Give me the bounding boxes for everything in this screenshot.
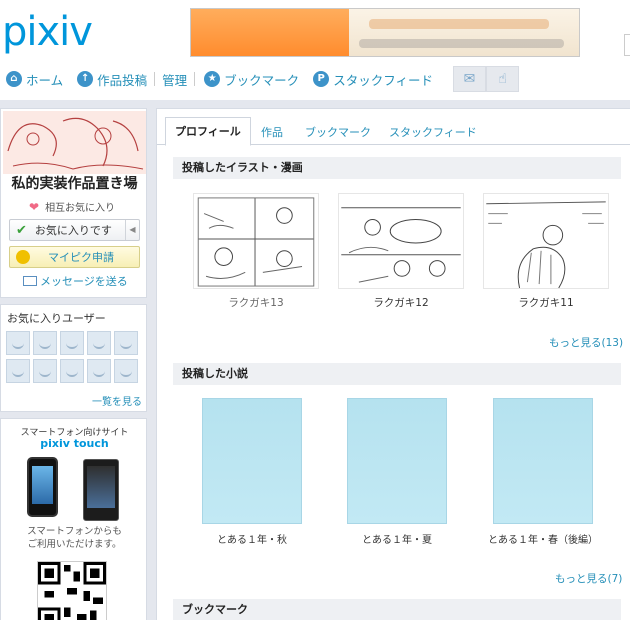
nav-manage[interactable]: 管理 xyxy=(155,64,187,94)
pixiv-logo[interactable]: pixiv xyxy=(2,6,93,58)
illust-section-heading: 投稿したイラスト・漫画 xyxy=(173,157,621,179)
sketch-thumbnail xyxy=(341,207,461,283)
bookmark-section-heading: ブックマーク xyxy=(173,599,621,620)
novel-title[interactable]: とある１年・秋 xyxy=(179,531,325,546)
illust-thumbnail[interactable] xyxy=(193,193,319,289)
global-nav: ⌂ ホーム ↑ 作品投稿 管理 ★ ブックマーク P スタックフィード ✉ ☝ xyxy=(0,64,630,94)
novel-title[interactable]: とある１年・夏 xyxy=(324,531,470,546)
sketch-thumbnail xyxy=(197,197,315,287)
user-avatar[interactable] xyxy=(33,359,57,383)
profile-panel: 私的実装作品置き場 ❤ 相互お気に入り ✔ お気に入りです ◀ マイピク申請 メ… xyxy=(0,108,147,298)
smartphone-promo: スマートフォン向けサイト pixiv touch スマートフォンからも ご利用い… xyxy=(0,418,147,620)
user-avatar[interactable] xyxy=(87,331,111,355)
favorite-users-title: お気に入りユーザー xyxy=(7,312,106,325)
profile-image[interactable] xyxy=(3,111,146,174)
left-column: 私的実装作品置き場 ❤ 相互お気に入り ✔ お気に入りです ◀ マイピク申請 メ… xyxy=(0,108,147,620)
nav-post[interactable]: ↑ 作品投稿 xyxy=(63,64,147,94)
smartphone-promo-text: スマートフォンからも ご利用いただけます。 xyxy=(1,525,148,551)
ad-text-blur xyxy=(359,39,564,48)
header: pixiv ⌂ ホーム ↑ 作品投稿 管理 ★ ブックマーク P スタックフィー… xyxy=(0,0,630,100)
nav-stackfeed[interactable]: P スタックフィード xyxy=(299,64,433,94)
main-content: プロフィール 作品 ブックマーク スタックフィード 投稿したイラスト・漫画 ラク… xyxy=(156,108,630,620)
mutual-favorite: ❤ 相互お気に入り xyxy=(29,199,116,215)
user-avatar[interactable] xyxy=(60,359,84,383)
qr-code xyxy=(37,561,107,620)
novel-title[interactable]: とある１年・春（後編） xyxy=(470,531,616,546)
star-icon: ★ xyxy=(204,71,221,87)
nav-bookmark[interactable]: ★ ブックマーク xyxy=(195,64,299,94)
illust-title[interactable]: ラクガキ11 xyxy=(483,295,609,310)
heart-icon: ❤ xyxy=(29,199,40,214)
mail-icon xyxy=(23,276,37,286)
pixiv-touch-link[interactable]: pixiv touch xyxy=(1,437,148,450)
novel-section-heading: 投稿した小説 xyxy=(173,363,621,385)
smartphone-promo-line4: ご利用いただけます。 xyxy=(27,539,122,550)
favorite-button[interactable]: ✔ お気に入りです ◀ xyxy=(9,219,140,241)
envelope-icon: ✉ xyxy=(463,71,476,87)
send-message-link[interactable]: メッセージを送る xyxy=(23,273,128,289)
hand-pointer-icon: ☝ xyxy=(498,71,507,87)
caret-left-icon[interactable]: ◀ xyxy=(125,220,139,240)
qr-code-graphic xyxy=(38,562,106,620)
android-phone-image xyxy=(83,459,119,521)
illust-more-link[interactable]: もっと見る(13) xyxy=(549,335,623,350)
ad-banner[interactable] xyxy=(190,8,580,57)
mypixiv-label: マイピク申請 xyxy=(48,251,114,264)
favorite-users-more-link[interactable]: 一覧を見る xyxy=(92,393,142,408)
nav-stackfeed-label: スタックフィード xyxy=(333,72,433,88)
illust-title[interactable]: ラクガキ12 xyxy=(338,295,464,310)
tab-bookmarks[interactable]: ブックマーク xyxy=(305,121,371,145)
nav-post-label: 作品投稿 xyxy=(97,72,148,88)
home-icon: ⌂ xyxy=(6,71,22,87)
novel-cover[interactable] xyxy=(347,398,447,524)
novel-cover[interactable] xyxy=(493,398,593,524)
illust-thumbnail[interactable] xyxy=(483,193,609,289)
mypixiv-request-button[interactable]: マイピク申請 xyxy=(9,246,140,268)
nav-manage-label: 管理 xyxy=(162,72,188,88)
ad-text-blur xyxy=(369,19,549,29)
mutual-label: 相互お気に入り xyxy=(45,203,116,214)
user-avatar[interactable] xyxy=(33,331,57,355)
user-avatar[interactable] xyxy=(87,359,111,383)
tab-works[interactable]: 作品 xyxy=(261,121,283,145)
novel-more-link[interactable]: もっと見る(7) xyxy=(555,571,622,586)
sketch-thumbnail xyxy=(486,201,606,288)
iphone-image xyxy=(27,457,58,517)
user-avatar[interactable] xyxy=(114,359,138,383)
favorite-users-grid xyxy=(6,331,138,383)
nav-home[interactable]: ⌂ ホーム xyxy=(0,64,63,94)
profile-sketch xyxy=(3,111,146,174)
messages-button[interactable]: ✉ xyxy=(452,66,486,92)
illust-title[interactable]: ラクガキ13 xyxy=(193,295,319,310)
tab-stackfeed[interactable]: スタックフィード xyxy=(389,121,477,145)
nav-home-label: ホーム xyxy=(26,72,64,88)
notifications-button[interactable]: ☝ xyxy=(485,66,519,92)
profile-tabs: プロフィール 作品 ブックマーク スタックフィード xyxy=(157,115,630,146)
favorite-button-label: お気に入りです xyxy=(34,224,112,237)
favorite-users-panel: お気に入りユーザー 一覧を見る xyxy=(0,304,147,412)
user-add-icon xyxy=(16,250,30,264)
novel-cover[interactable] xyxy=(202,398,302,524)
illust-thumbnail[interactable] xyxy=(338,193,464,289)
tab-profile[interactable]: プロフィール xyxy=(165,117,251,146)
ad-banner-left xyxy=(191,9,349,56)
p-icon: P xyxy=(313,71,330,87)
user-avatar[interactable] xyxy=(6,331,30,355)
user-avatar[interactable] xyxy=(114,331,138,355)
smartphone-promo-line3: スマートフォンからも xyxy=(27,526,122,537)
upload-icon: ↑ xyxy=(77,71,94,87)
profile-name: 私的実装作品置き場 xyxy=(11,176,138,192)
nav-bookmark-label: ブックマーク xyxy=(224,72,300,88)
search-input[interactable] xyxy=(624,34,630,56)
user-avatar[interactable] xyxy=(6,359,30,383)
check-icon: ✔ xyxy=(16,222,27,238)
user-avatar[interactable] xyxy=(60,331,84,355)
ad-banner-right xyxy=(349,9,579,56)
send-message-label: メッセージを送る xyxy=(40,275,128,288)
